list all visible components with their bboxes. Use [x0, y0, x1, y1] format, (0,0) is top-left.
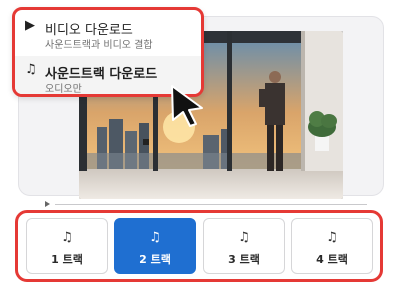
- play-icon[interactable]: [45, 201, 50, 207]
- menu-item-subtitle: 오디오만: [45, 84, 82, 95]
- music-note-icon: ♫: [25, 62, 37, 77]
- track-button-2[interactable]: ♫ 2 트랙: [114, 218, 196, 274]
- track-selector: ♫ 1 트랙 ♫ 2 트랙 ♫ 3 트랙 ♫ 4 트랙: [15, 210, 383, 282]
- track-button-1[interactable]: ♫ 1 트랙: [26, 218, 108, 274]
- music-note-icon: ♫: [238, 230, 250, 245]
- menu-item-video-download[interactable]: ▶ 비디오 다운로드 사운드트랙과 비디오 결합: [15, 12, 201, 54]
- track-button-4[interactable]: ♫ 4 트랙: [291, 218, 373, 274]
- track-label: 1 트랙: [51, 253, 83, 266]
- video-controls-bar: [41, 199, 393, 209]
- track-label: 2 트랙: [139, 253, 171, 266]
- music-note-icon: ♫: [326, 230, 338, 245]
- mouse-pointer-icon: [171, 85, 203, 127]
- track-button-3[interactable]: ♫ 3 트랙: [203, 218, 285, 274]
- progress-scrubber[interactable]: [55, 204, 367, 205]
- music-note-icon: ♫: [149, 230, 161, 245]
- app-root: ▶ 비디오 다운로드 사운드트랙과 비디오 결합 ♫ 사운드트랙 다운로드 오디…: [0, 0, 396, 282]
- play-square-icon: ▶: [25, 18, 35, 33]
- music-note-icon: ♫: [61, 230, 73, 245]
- track-label: 3 트랙: [228, 253, 260, 266]
- track-label: 4 트랙: [316, 253, 348, 266]
- menu-item-subtitle: 사운드트랙과 비디오 결합: [45, 40, 153, 51]
